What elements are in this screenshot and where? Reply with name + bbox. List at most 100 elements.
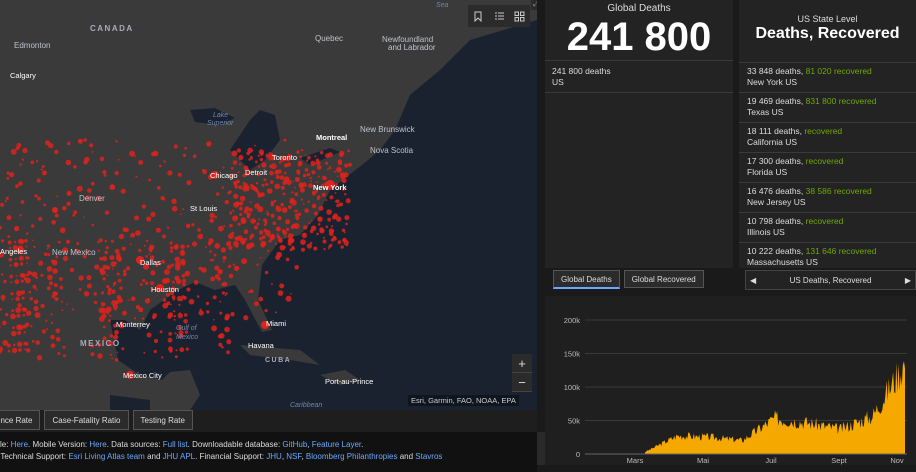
list-item[interactable]: 17 300 deaths, recovered Florida US bbox=[739, 152, 916, 182]
case-dot bbox=[66, 160, 72, 166]
case-dot bbox=[134, 155, 136, 157]
case-dot bbox=[174, 245, 179, 250]
case-dot bbox=[186, 287, 190, 291]
case-dot bbox=[218, 226, 224, 232]
case-dot bbox=[167, 227, 169, 229]
case-dot bbox=[269, 171, 274, 176]
footer-credits: cle: Here. Mobile Version: Here. Data so… bbox=[0, 432, 537, 472]
stavros-link[interactable]: Stavros bbox=[415, 452, 442, 461]
case-dot bbox=[167, 170, 172, 175]
case-dot bbox=[271, 202, 274, 205]
grid-icon[interactable] bbox=[509, 5, 530, 27]
case-dot bbox=[94, 264, 99, 269]
case-dot bbox=[62, 206, 67, 211]
jhu-apl-link[interactable]: JHU APL bbox=[163, 452, 195, 461]
area-series bbox=[645, 361, 905, 454]
case-dot bbox=[55, 328, 60, 333]
zoom-controls: + − bbox=[512, 354, 532, 392]
esri-link[interactable]: Esri Living Atlas team bbox=[68, 452, 144, 461]
bloomberg-link[interactable]: Bloomberg Philanthropies bbox=[306, 452, 398, 461]
case-dot bbox=[117, 273, 120, 276]
map-label-superior: Superior bbox=[207, 120, 233, 127]
mobile-version-link[interactable]: Here bbox=[89, 440, 106, 449]
article-link[interactable]: Here bbox=[11, 440, 28, 449]
case-dot bbox=[41, 168, 43, 170]
case-dot bbox=[47, 286, 51, 290]
case-dot bbox=[98, 250, 100, 252]
case-dot bbox=[256, 188, 258, 190]
tab-incidence-rate[interactable]: ence Rate bbox=[0, 410, 40, 430]
list-item[interactable]: 10 798 deaths, recovered Illinois US bbox=[739, 212, 916, 242]
case-dot bbox=[200, 309, 202, 311]
case-dot bbox=[110, 334, 113, 337]
case-dot bbox=[238, 223, 241, 226]
row-state: Texas US bbox=[747, 107, 916, 118]
case-dot bbox=[217, 269, 222, 274]
case-dot bbox=[117, 352, 119, 354]
divider bbox=[545, 60, 733, 61]
case-dot bbox=[134, 317, 136, 319]
list-icon[interactable] bbox=[489, 5, 510, 27]
case-dot bbox=[16, 324, 22, 330]
map-label-toronto: Toronto bbox=[272, 153, 297, 162]
github-link[interactable]: GitHub bbox=[282, 440, 307, 449]
map-label-nova-scotia: Nova Scotia bbox=[370, 146, 413, 155]
case-dot bbox=[138, 160, 143, 165]
tab-global-recovered[interactable]: Global Recovered bbox=[624, 270, 704, 288]
tab-case-fatality-ratio[interactable]: Case-Fatality Ratio bbox=[44, 410, 128, 430]
tab-testing-rate[interactable]: Testing Rate bbox=[133, 410, 193, 430]
zoom-out-button[interactable]: − bbox=[512, 373, 532, 392]
tab-global-deaths[interactable]: Global Deaths bbox=[553, 270, 620, 289]
case-dot bbox=[275, 311, 277, 313]
case-dot bbox=[239, 213, 242, 216]
list-item-value: 241 800 deaths bbox=[552, 66, 611, 77]
case-dot bbox=[17, 331, 21, 335]
map-view[interactable]: CANADA Edmonton Calgary Quebec Newfoundl… bbox=[0, 0, 537, 410]
case-dot bbox=[36, 160, 38, 162]
case-dot bbox=[318, 223, 321, 226]
case-dot bbox=[101, 302, 106, 307]
case-dot bbox=[258, 218, 260, 220]
nsf-link[interactable]: NSF bbox=[286, 452, 301, 461]
case-dot bbox=[276, 208, 278, 210]
case-dot bbox=[228, 233, 234, 239]
case-dot bbox=[29, 291, 32, 294]
case-dot bbox=[232, 151, 238, 157]
map-label-angeles: Angeles bbox=[0, 247, 27, 256]
row-deaths: 17 300 deaths, bbox=[747, 156, 806, 166]
zoom-in-button[interactable]: + bbox=[512, 354, 532, 373]
case-dot bbox=[20, 262, 23, 265]
case-dot bbox=[6, 197, 9, 200]
case-dot bbox=[49, 281, 53, 285]
row-recovered-label: recovered bbox=[804, 126, 842, 136]
row-recovered: 131 646 bbox=[806, 246, 837, 256]
case-dot bbox=[47, 248, 49, 250]
case-dot bbox=[24, 277, 27, 280]
case-dot bbox=[100, 269, 106, 275]
jhu-link[interactable]: JHU bbox=[266, 452, 282, 461]
list-item[interactable]: 16 476 deaths, 38 586 recovered New Jers… bbox=[739, 182, 916, 212]
list-item[interactable]: 10 222 deaths, 131 646 recovered Massach… bbox=[739, 242, 916, 272]
list-item[interactable]: 33 848 deaths, 81 020 recovered New York… bbox=[739, 62, 916, 92]
case-dot bbox=[45, 140, 50, 145]
global-deaths-list-item[interactable]: 241 800 deaths US bbox=[552, 66, 611, 88]
case-dot bbox=[292, 247, 295, 250]
case-dot bbox=[317, 198, 320, 201]
list-item[interactable]: 19 469 deaths, 831 800 recovered Texas U… bbox=[739, 92, 916, 122]
feature-layer-link[interactable]: Feature Layer bbox=[312, 440, 361, 449]
prev-icon[interactable]: ◀ bbox=[750, 276, 756, 285]
bookmark-icon[interactable] bbox=[468, 5, 489, 27]
next-icon[interactable]: ▶ bbox=[905, 276, 911, 285]
case-dot bbox=[207, 143, 211, 147]
case-dot bbox=[31, 224, 34, 227]
list-item[interactable]: 18 111 deaths, recovered California US bbox=[739, 122, 916, 152]
case-dot bbox=[193, 154, 197, 158]
case-dot bbox=[156, 228, 161, 233]
case-dot bbox=[160, 330, 163, 333]
case-dot bbox=[316, 233, 319, 236]
full-list-link[interactable]: Full list bbox=[163, 440, 188, 449]
case-dot bbox=[176, 279, 182, 285]
case-dot bbox=[280, 175, 285, 180]
case-dot bbox=[59, 286, 63, 290]
case-dot bbox=[287, 162, 291, 166]
